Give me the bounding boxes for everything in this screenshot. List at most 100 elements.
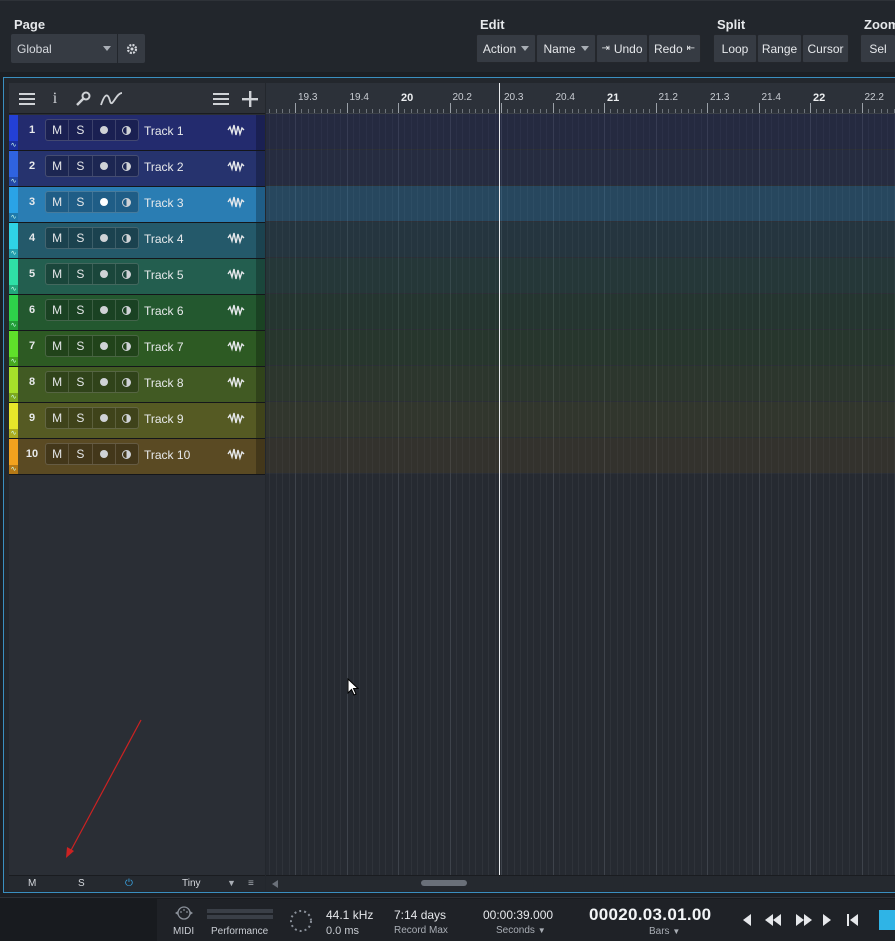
track-name[interactable]: Track 2 [144,160,184,174]
monitor-button[interactable] [116,264,138,284]
waveform-icon[interactable] [227,159,245,173]
page-select[interactable]: Global [11,34,117,63]
mute-button[interactable]: M [46,156,70,176]
wrench-icon[interactable] [73,90,93,108]
track-lane[interactable] [266,150,895,186]
track-name[interactable]: Track 8 [144,376,184,390]
monitor-button[interactable] [116,408,138,428]
track-size-select[interactable]: Tiny [182,878,201,889]
redo-button[interactable]: Redo ⇤ [648,34,701,63]
automation-icon[interactable]: ∿ [9,177,18,186]
track-name[interactable]: Track 3 [144,196,184,210]
waveform-icon[interactable] [227,447,245,461]
track-row[interactable]: ∿ 5 M S Track 5 [9,259,265,295]
add-track-button[interactable] [240,90,260,108]
seconds-format-select[interactable]: Seconds ▼ [496,925,546,936]
waveform-icon[interactable] [227,195,245,209]
monitor-button[interactable] [116,444,138,464]
solo-button[interactable]: S [69,156,93,176]
scroll-left-arrow-icon[interactable] [272,880,278,888]
waveform-icon[interactable] [227,339,245,353]
track-name[interactable]: Track 5 [144,268,184,282]
waveform-icon[interactable] [227,303,245,317]
mute-button[interactable]: M [46,408,70,428]
horizontal-scrollbar[interactable] [266,875,895,891]
solo-button[interactable]: S [69,444,93,464]
automation-icon[interactable]: ∿ [9,285,18,294]
automation-curve-icon[interactable] [99,90,125,108]
mute-button[interactable]: M [46,336,70,356]
nudge-back-icon[interactable] [741,913,757,927]
record-arm-button[interactable] [93,192,116,212]
undo-button[interactable]: ⇥ Undo [596,34,648,63]
track-name[interactable]: Track 7 [144,340,184,354]
solo-button[interactable]: S [69,192,93,212]
monitor-button[interactable] [116,156,138,176]
timeline-area[interactable]: 19.3 19.4 20 20.2 20.3 20.4 21 21.2 21.3 21.4 22 22… [266,83,895,891]
track-row[interactable]: ∿ 1 M S Track 1 [9,115,265,151]
solo-button[interactable]: S [69,120,93,140]
track-lane[interactable] [266,402,895,438]
track-color-swatch[interactable]: ∿ [9,439,18,474]
record-arm-button[interactable] [93,372,116,392]
track-color-swatch[interactable]: ∿ [9,367,18,402]
track-color-swatch[interactable]: ∿ [9,223,18,258]
record-arm-button[interactable] [93,120,116,140]
track-color-swatch[interactable]: ∿ [9,115,18,150]
record-arm-button[interactable] [93,264,116,284]
monitor-button[interactable] [116,372,138,392]
track-lane[interactable] [266,330,895,366]
mute-button[interactable]: M [46,300,70,320]
track-color-swatch[interactable]: ∿ [9,187,18,222]
rewind-icon[interactable] [763,913,783,927]
monitor-button[interactable] [116,336,138,356]
track-name[interactable]: Track 6 [144,304,184,318]
mute-button[interactable]: M [46,372,70,392]
mute-button[interactable]: M [46,120,70,140]
waveform-icon[interactable] [227,267,245,281]
track-lane[interactable] [266,294,895,330]
track-lane[interactable] [266,366,895,402]
track-row[interactable]: ∿ 8 M S Track 8 [9,367,265,403]
solo-button[interactable]: S [69,336,93,356]
scrollbar-thumb[interactable] [421,880,467,886]
footer-solo-button[interactable]: S [78,878,85,889]
track-color-swatch[interactable]: ∿ [9,295,18,330]
monitor-button[interactable] [116,300,138,320]
track-color-swatch[interactable]: ∿ [9,259,18,294]
record-arm-button[interactable] [93,444,116,464]
info-icon[interactable]: i [45,90,65,108]
performance-label[interactable]: Performance [211,926,268,937]
track-name[interactable]: Track 1 [144,124,184,138]
automation-icon[interactable]: ∿ [9,141,18,150]
split-loop-button[interactable]: Loop [713,34,757,63]
record-arm-button[interactable] [93,300,116,320]
track-name[interactable]: Track 9 [144,412,184,426]
track-row[interactable]: ∿ 2 M S Track 2 [9,151,265,187]
solo-button[interactable]: S [69,408,93,428]
mute-button[interactable]: M [46,264,70,284]
monitor-button[interactable] [116,228,138,248]
fast-forward-icon[interactable] [794,913,814,927]
record-arm-button[interactable] [93,408,116,428]
zoom-sel-button[interactable]: Sel [860,34,895,63]
action-button[interactable]: Action [476,34,536,63]
waveform-icon[interactable] [227,123,245,137]
stop-button[interactable] [879,910,895,930]
track-row[interactable]: ∿ 4 M S Track 4 [9,223,265,259]
waveform-icon[interactable] [227,231,245,245]
split-cursor-button[interactable]: Cursor [802,34,849,63]
return-to-zero-icon[interactable] [845,913,861,927]
track-name[interactable]: Track 10 [144,448,190,462]
automation-icon[interactable]: ∿ [9,249,18,258]
timeline-ruler[interactable]: 19.3 19.4 20 20.2 20.3 20.4 21 21.2 21.3 21.4 22 22… [266,83,895,114]
automation-icon[interactable]: ∿ [9,357,18,366]
solo-button[interactable]: S [69,264,93,284]
mute-button[interactable]: M [46,228,70,248]
waveform-icon[interactable] [227,375,245,389]
menu-icon[interactable] [211,90,231,108]
track-color-swatch[interactable]: ∿ [9,151,18,186]
arrangement-grid[interactable] [266,114,895,875]
track-lane[interactable] [266,222,895,258]
bars-format-select[interactable]: Bars ▼ [649,926,680,937]
